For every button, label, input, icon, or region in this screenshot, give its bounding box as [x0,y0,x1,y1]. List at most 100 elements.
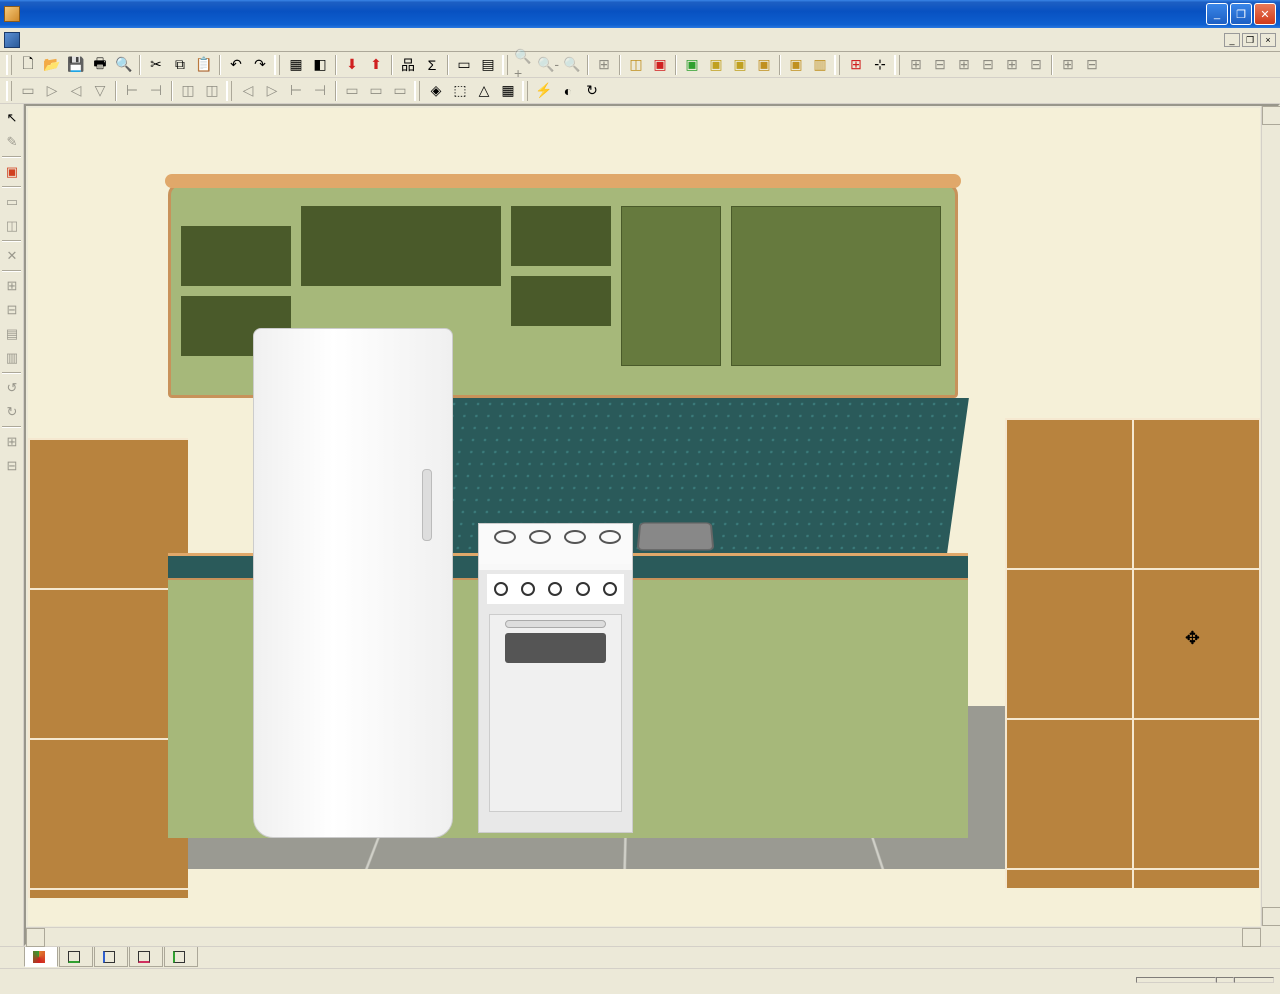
toolbar-grip[interactable] [502,55,508,75]
tool-icon[interactable]: ▷ [41,80,63,102]
tool-icon[interactable]: ⊞ [845,54,867,76]
tool-icon[interactable]: ⊢ [121,80,143,102]
align-icon[interactable]: ⊟ [977,54,999,76]
tool-icon[interactable]: ◁ [237,80,259,102]
tool-icon[interactable]: ▣ [649,54,671,76]
tool-icon[interactable]: ▣ [753,54,775,76]
tool-icon[interactable]: ▥ [809,54,831,76]
align-icon[interactable]: ⊞ [905,54,927,76]
maximize-button[interactable]: ❐ [1230,3,1252,25]
align-icon[interactable]: ⊞ [953,54,975,76]
tool-icon[interactable]: ✕ [1,245,23,267]
open-icon[interactable]: 📂 [41,54,63,76]
copy-icon[interactable]: ⧉ [169,54,191,76]
toolbar-grip[interactable] [274,55,280,75]
tool-icon[interactable]: ⊞ [1,431,23,453]
tool-icon[interactable]: ⚡ [533,80,555,102]
tool-icon[interactable]: ⊢ [285,80,307,102]
tool-icon[interactable]: ◫ [1,215,23,237]
toolbar-grip[interactable] [6,55,12,75]
horizontal-scrollbar[interactable] [26,927,1261,944]
tool-icon[interactable]: ▣ [1,161,23,183]
align-icon[interactable]: ⊟ [1081,54,1103,76]
align-icon[interactable]: ⊞ [1057,54,1079,76]
tool-icon[interactable]: ▽ [89,80,111,102]
tool-icon[interactable]: ▥ [1,347,23,369]
select-icon[interactable]: ↖ [1,107,23,129]
tool-icon[interactable]: ↻ [581,80,603,102]
toolbar-grip[interactable] [894,55,900,75]
tool-icon[interactable]: ▭ [365,80,387,102]
menu-service[interactable] [92,37,108,43]
mdi-app-icon[interactable] [4,32,20,48]
tool-icon[interactable]: ▤ [477,54,499,76]
redo-icon[interactable]: ↷ [249,54,271,76]
tool-icon[interactable]: ▭ [17,80,39,102]
tool-icon[interactable]: ▭ [341,80,363,102]
close-button[interactable]: ✕ [1254,3,1276,25]
print-icon[interactable]: 🖶 [89,54,111,76]
tool-icon[interactable]: ▤ [1,323,23,345]
tab-right[interactable] [164,947,198,967]
save-icon[interactable]: 💾 [65,54,87,76]
tool-icon[interactable]: ▦ [285,54,307,76]
menu-file[interactable] [28,37,44,43]
tool-icon[interactable]: ⊟ [1,455,23,477]
tool-icon[interactable]: ▦ [497,80,519,102]
paste-icon[interactable]: 📋 [193,54,215,76]
rect-icon[interactable]: ▭ [1,191,23,213]
toolbar-grip[interactable] [522,81,528,101]
toolbar-grip[interactable] [834,55,840,75]
tool-icon[interactable]: ◫ [177,80,199,102]
tool-icon[interactable]: ▭ [453,54,475,76]
toolbar-grip[interactable] [6,81,12,101]
tool-icon[interactable]: ⊣ [145,80,167,102]
zoom-out-icon[interactable]: 🔍- [537,54,559,76]
mdi-minimize-button[interactable]: _ [1224,33,1240,47]
vertical-scrollbar[interactable] [1261,106,1278,926]
align-icon[interactable]: ⊞ [1001,54,1023,76]
tool-icon[interactable]: ◫ [625,54,647,76]
tool-icon[interactable]: ✎ [1,131,23,153]
tool-icon[interactable]: ◫ [201,80,223,102]
tool-icon[interactable]: ◧ [309,54,331,76]
viewport-3d[interactable]: ✥ [28,108,1260,926]
align-icon[interactable]: ⊟ [929,54,951,76]
tool-icon[interactable]: ▭ [389,80,411,102]
tab-perspective[interactable] [24,947,58,967]
zoom-fit-icon[interactable]: 🔍 [561,54,583,76]
align-icon[interactable]: ⊟ [1025,54,1047,76]
tool-icon[interactable]: ▣ [729,54,751,76]
tool-icon[interactable]: ▷ [261,80,283,102]
toolbar-grip[interactable] [226,81,232,101]
tool-icon[interactable]: ⬚ [449,80,471,102]
tool-icon[interactable]: ⬆ [365,54,387,76]
tool-icon[interactable]: ↺ [1,377,23,399]
zoom-in-icon[interactable]: 🔍+ [513,54,535,76]
cut-icon[interactable]: ✂ [145,54,167,76]
new-icon[interactable]: 🗋 [17,54,39,76]
sum-icon[interactable]: Σ [421,54,443,76]
tool-icon[interactable]: ⊞ [1,275,23,297]
tab-left[interactable] [129,947,163,967]
tool-icon[interactable]: ▣ [681,54,703,76]
tab-front[interactable] [94,947,128,967]
tool-icon[interactable]: ⊟ [1,299,23,321]
mdi-restore-button[interactable]: ❐ [1242,33,1258,47]
mdi-close-button[interactable]: × [1260,33,1276,47]
tool-icon[interactable]: ◁ [65,80,87,102]
tool-icon[interactable]: ⬇ [341,54,363,76]
tool-icon[interactable]: 品 [397,54,419,76]
menu-help[interactable] [124,37,140,43]
toolbar-grip[interactable] [414,81,420,101]
tool-icon[interactable]: ▣ [785,54,807,76]
menu-window[interactable] [108,37,124,43]
minimize-button[interactable]: _ [1206,3,1228,25]
menu-view[interactable] [60,37,76,43]
undo-icon[interactable]: ↶ [225,54,247,76]
tool-icon[interactable]: ▣ [705,54,727,76]
tool-icon[interactable]: ↻ [1,401,23,423]
tool-icon[interactable]: ⊞ [593,54,615,76]
menu-edit[interactable] [44,37,60,43]
tab-plan[interactable] [59,947,93,967]
